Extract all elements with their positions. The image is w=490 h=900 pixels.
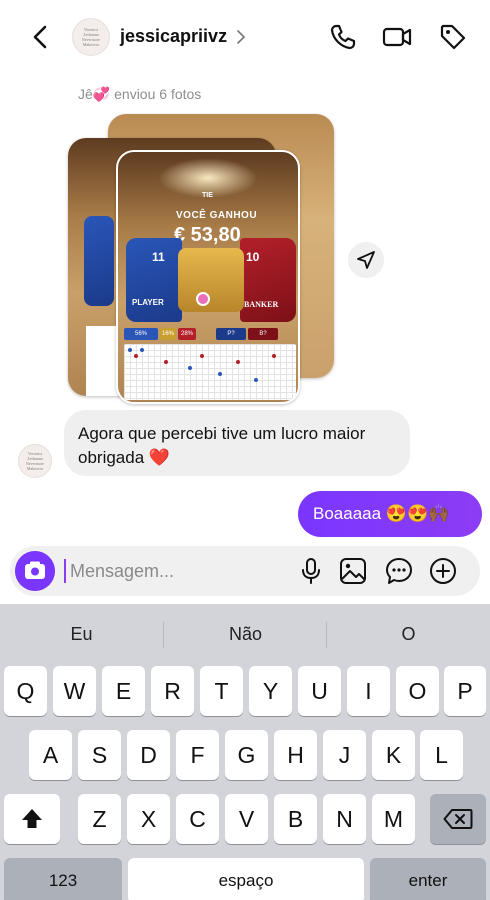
chevron-right-icon[interactable]: [236, 30, 246, 44]
key-q[interactable]: Q: [4, 666, 47, 716]
sent-message[interactable]: Boaaaaa 😍😍🙌🏾: [298, 491, 482, 537]
shared-photos-note: Jê💞 enviou 6 fotos: [78, 86, 201, 103]
stat-player: 56%: [124, 328, 158, 340]
key-d[interactable]: D: [127, 730, 170, 780]
back-arrow-icon[interactable]: [26, 22, 56, 52]
key-h[interactable]: H: [274, 730, 317, 780]
suggestion-o[interactable]: O: [327, 616, 490, 652]
key-c[interactable]: C: [176, 794, 219, 844]
chat-header: Veronica Zeilmann Nevermore Makeover jes…: [0, 0, 490, 72]
shift-key[interactable]: [4, 794, 60, 844]
banker-score: 10: [246, 250, 260, 264]
contact-avatar[interactable]: Veronica Zeilmann Nevermore Makeover: [72, 18, 110, 56]
key-e[interactable]: E: [102, 666, 145, 716]
keyboard: Eu Não O Q W E R T Y U I O P A S D F G H…: [0, 604, 490, 900]
key-s[interactable]: S: [78, 730, 121, 780]
share-send-icon[interactable]: [348, 242, 384, 278]
plus-circle-icon[interactable]: [428, 556, 458, 586]
numbers-key[interactable]: 123: [4, 858, 122, 900]
key-n[interactable]: N: [323, 794, 366, 844]
player-panel-back: [84, 216, 114, 306]
video-camera-icon[interactable]: [382, 22, 412, 52]
phone-icon[interactable]: [328, 22, 358, 52]
message-input[interactable]: [70, 554, 280, 588]
sender-name: Jê: [78, 86, 93, 102]
message-composer: [10, 546, 480, 596]
key-l[interactable]: L: [420, 730, 463, 780]
key-k[interactable]: K: [372, 730, 415, 780]
sender-avatar[interactable]: Veronica Zeilmann Nevermore Makeover: [18, 444, 52, 478]
key-a[interactable]: A: [29, 730, 72, 780]
sender-avatar-text: Veronica Zeilmann Nevermore Makeover: [26, 451, 44, 471]
key-v[interactable]: V: [225, 794, 268, 844]
key-r[interactable]: R: [151, 666, 194, 716]
key-i[interactable]: I: [347, 666, 390, 716]
key-t[interactable]: T: [200, 666, 243, 716]
won-label: VOCÊ GANHOU: [176, 210, 258, 221]
player-score: 11: [152, 250, 165, 264]
photo-card-front[interactable]: TIE VOCÊ GANHOU € 53,80 11 10 PLAYER BAN…: [116, 150, 300, 404]
center-panel: [178, 248, 244, 312]
sticker-chat-icon[interactable]: [384, 556, 414, 586]
banker-label: BANKER: [244, 300, 279, 309]
key-u[interactable]: U: [298, 666, 341, 716]
image-icon[interactable]: [338, 556, 368, 586]
shift-icon: [22, 809, 42, 828]
avatar-text: Veronica Zeilmann Nevermore Makeover: [81, 27, 100, 47]
key-m[interactable]: M: [372, 794, 415, 844]
key-p[interactable]: P: [444, 666, 486, 716]
key-x[interactable]: X: [127, 794, 170, 844]
stats-row: 56% 16% 28% P? B?: [124, 328, 296, 340]
bet-chip: [196, 292, 210, 306]
camera-icon[interactable]: [15, 551, 55, 591]
photo-stack[interactable]: TIE VOCÊ GANHOU € 53,80 11 10 PLAYER BAN…: [68, 112, 340, 404]
key-g[interactable]: G: [225, 730, 268, 780]
suggestion-nao[interactable]: Não: [164, 616, 327, 652]
player-label: PLAYER: [132, 298, 164, 307]
stat-tie: 16%: [160, 328, 176, 340]
space-key[interactable]: espaço: [128, 858, 364, 900]
key-o[interactable]: O: [396, 666, 439, 716]
microphone-icon[interactable]: [296, 556, 326, 586]
enter-key[interactable]: enter: [370, 858, 486, 900]
key-y[interactable]: Y: [249, 666, 292, 716]
backspace-key[interactable]: [430, 794, 486, 844]
backspace-icon: [443, 809, 473, 829]
key-z[interactable]: Z: [78, 794, 121, 844]
won-amount: € 53,80: [174, 224, 241, 246]
shared-action: enviou 6 fotos: [114, 86, 202, 102]
text-cursor: [64, 559, 66, 583]
received-message[interactable]: Agora que percebi tive um lucro maior ob…: [64, 410, 410, 476]
key-w[interactable]: W: [53, 666, 96, 716]
tag-icon[interactable]: [438, 22, 468, 52]
contact-username[interactable]: jessicapriivz: [120, 26, 227, 47]
heart-emoji: 💞: [92, 86, 111, 102]
stat-banker: 28%: [178, 328, 196, 340]
score-grid: [124, 344, 296, 400]
key-f[interactable]: F: [176, 730, 219, 780]
key-j[interactable]: J: [323, 730, 366, 780]
key-b[interactable]: B: [274, 794, 317, 844]
stat-banker-pair: B?: [248, 328, 278, 340]
stat-player-pair: P?: [216, 328, 246, 340]
tie-label: TIE: [202, 192, 213, 199]
suggestion-eu[interactable]: Eu: [0, 616, 163, 652]
